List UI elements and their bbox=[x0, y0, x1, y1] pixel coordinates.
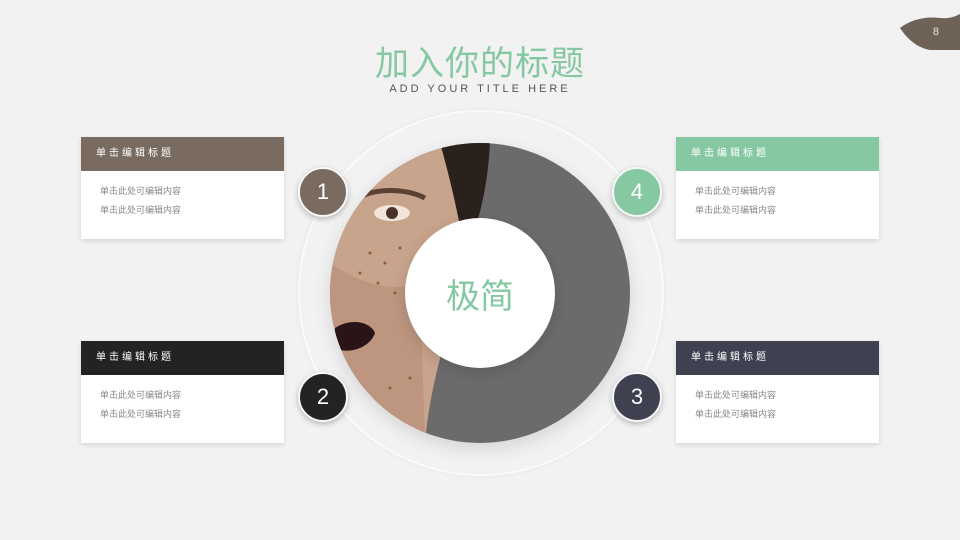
slide-subtitle[interactable]: ADD YOUR TITLE HERE bbox=[0, 83, 960, 95]
card-4-header[interactable]: 单击编辑标题 bbox=[676, 137, 879, 171]
card-1-header[interactable]: 单击编辑标题 bbox=[81, 137, 284, 171]
card-3-header[interactable]: 单击编辑标题 bbox=[676, 341, 879, 375]
number-badge-2: 2 bbox=[298, 372, 348, 422]
number-badge-1: 1 bbox=[298, 167, 348, 217]
card-4[interactable]: 单击编辑标题 单击此处可编辑内容 单击此处可编辑内容 bbox=[676, 137, 879, 239]
card-4-line-2: 单击此处可编辑内容 bbox=[695, 206, 777, 216]
card-3-body[interactable]: 单击此处可编辑内容 单击此处可编辑内容 bbox=[676, 375, 879, 425]
center-circle[interactable]: 极简 bbox=[405, 218, 555, 368]
slide-title[interactable]: 加入你的标题 bbox=[0, 36, 960, 85]
number-badge-4: 4 bbox=[612, 167, 662, 217]
card-3[interactable]: 单击编辑标题 单击此处可编辑内容 单击此处可编辑内容 bbox=[676, 341, 879, 443]
card-2-line-2: 单击此处可编辑内容 bbox=[100, 410, 182, 420]
card-2[interactable]: 单击编辑标题 单击此处可编辑内容 单击此处可编辑内容 bbox=[81, 341, 284, 443]
card-3-line-1: 单击此处可编辑内容 bbox=[695, 391, 777, 401]
card-4-line-1: 单击此处可编辑内容 bbox=[695, 187, 777, 197]
card-1[interactable]: 单击编辑标题 单击此处可编辑内容 单击此处可编辑内容 bbox=[81, 137, 284, 239]
card-2-header[interactable]: 单击编辑标题 bbox=[81, 341, 284, 375]
card-1-line-2: 单击此处可编辑内容 bbox=[100, 206, 182, 216]
center-label: 极简 bbox=[446, 276, 514, 317]
card-4-body[interactable]: 单击此处可编辑内容 单击此处可编辑内容 bbox=[676, 171, 879, 221]
card-2-line-1: 单击此处可编辑内容 bbox=[100, 391, 182, 401]
number-badge-3: 3 bbox=[612, 372, 662, 422]
card-1-line-1: 单击此处可编辑内容 bbox=[100, 187, 182, 197]
card-3-line-2: 单击此处可编辑内容 bbox=[695, 410, 777, 420]
card-1-body[interactable]: 单击此处可编辑内容 单击此处可编辑内容 bbox=[81, 171, 284, 221]
card-2-body[interactable]: 单击此处可编辑内容 单击此处可编辑内容 bbox=[81, 375, 284, 425]
